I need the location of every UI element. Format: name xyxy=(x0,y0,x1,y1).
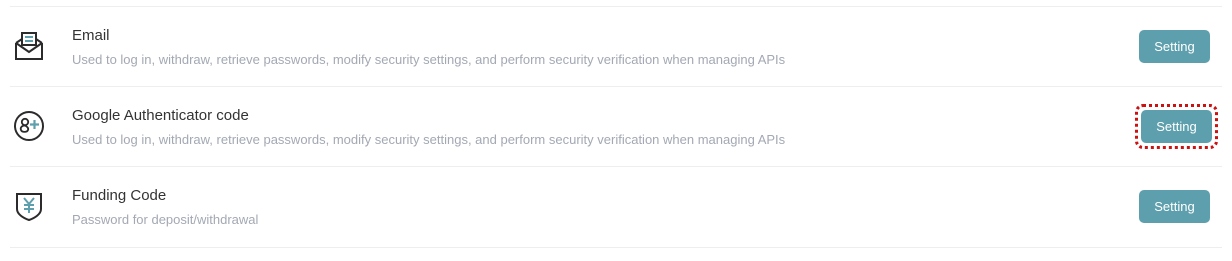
list-item-email: Email Used to log in, withdraw, retrieve… xyxy=(10,6,1222,86)
google-authenticator-setting-button[interactable]: Setting xyxy=(1141,110,1212,143)
list-item-funding-code: Funding Code Password for deposit/withdr… xyxy=(10,166,1222,248)
funding-code-setting-button[interactable]: Setting xyxy=(1139,190,1210,223)
security-settings-list: Email Used to log in, withdraw, retrieve… xyxy=(10,6,1222,248)
email-icon xyxy=(13,29,45,63)
google-authenticator-title: Google Authenticator code xyxy=(72,107,249,124)
list-item-google-authenticator: Google Authenticator code Used to log in… xyxy=(10,86,1222,166)
email-setting-button[interactable]: Setting xyxy=(1139,30,1210,63)
funding-shield-icon xyxy=(13,189,45,223)
email-title: Email xyxy=(72,27,110,44)
email-description: Used to log in, withdraw, retrieve passw… xyxy=(72,52,786,67)
google-authenticator-description: Used to log in, withdraw, retrieve passw… xyxy=(72,132,786,147)
funding-code-description: Password for deposit/withdrawal xyxy=(72,212,259,227)
funding-code-title: Funding Code xyxy=(72,187,167,204)
highlight-outline: Setting xyxy=(1135,104,1218,149)
google-authenticator-icon xyxy=(13,109,45,143)
